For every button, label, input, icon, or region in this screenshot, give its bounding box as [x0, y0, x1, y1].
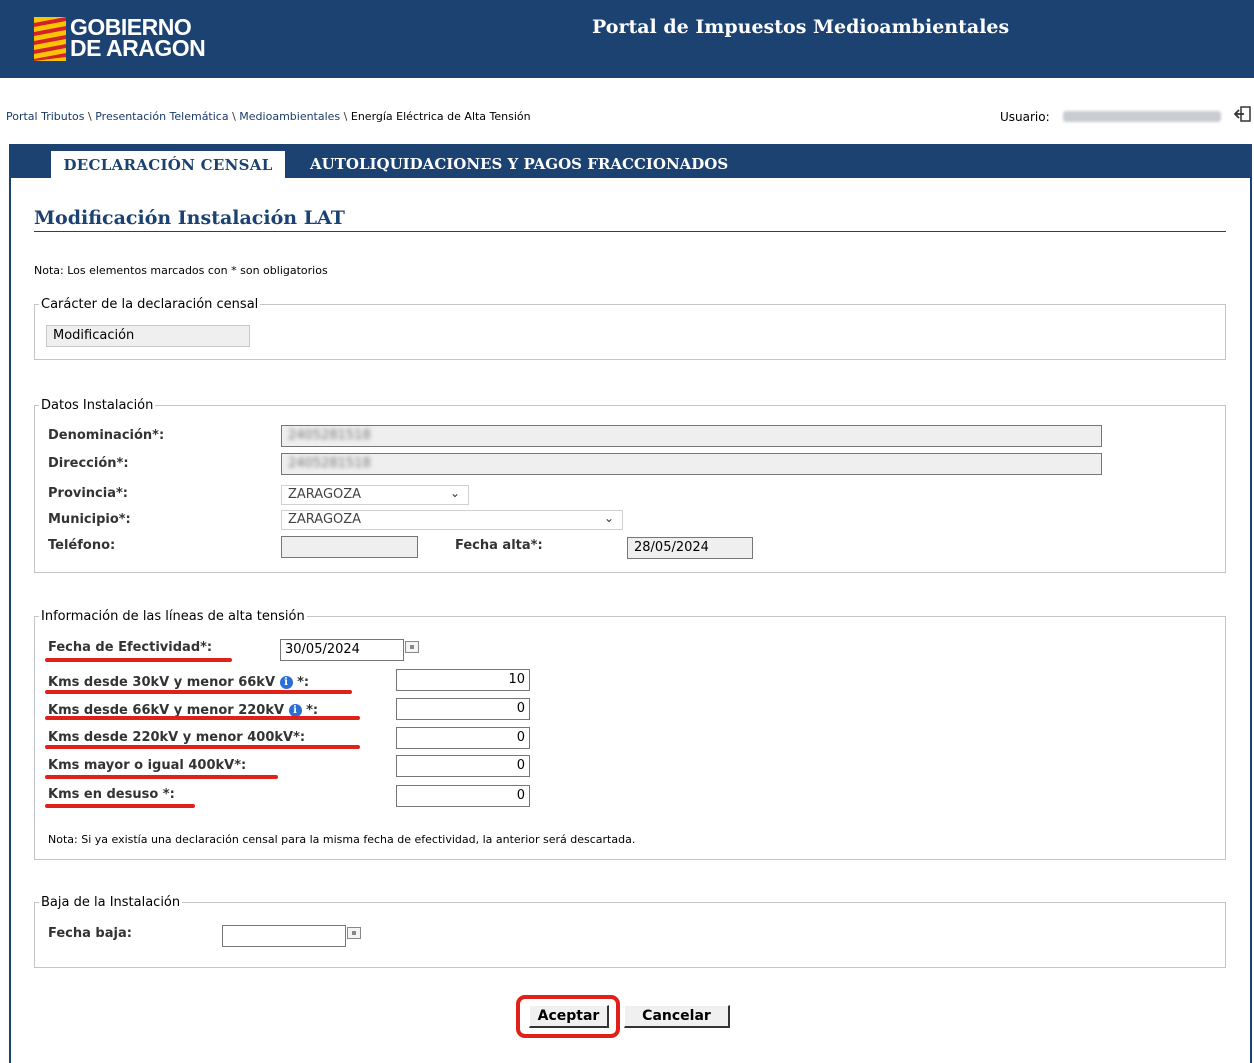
highlight-underline: [45, 804, 195, 808]
calendar-icon[interactable]: [347, 927, 361, 939]
km30-label: Kms desde 30kV y menor 66kV i *:: [48, 675, 310, 690]
municipio-label: Municipio*:: [48, 512, 131, 527]
km220-input[interactable]: 0: [396, 727, 530, 749]
calendar-icon[interactable]: [405, 641, 419, 653]
telefono-label: Teléfono:: [48, 538, 116, 553]
highlight-underline: [45, 690, 352, 694]
required-note: Nota: Los elementos marcados con * son o…: [34, 264, 328, 277]
title-divider: [34, 231, 1226, 232]
highlight-underline: [45, 745, 360, 749]
highlight-underline: [45, 716, 360, 720]
highlight-underline: [45, 658, 232, 662]
page-title: Modificación Instalación LAT: [34, 207, 345, 229]
desuso-label: Kms en desuso *:: [48, 787, 175, 802]
desuso-input[interactable]: 0: [396, 785, 530, 807]
accept-button[interactable]: Aceptar: [529, 1005, 609, 1028]
logout-icon[interactable]: [1234, 105, 1252, 123]
direccion-field: 2405281518: [281, 453, 1102, 475]
breadcrumb-separator: \: [228, 110, 240, 123]
baja-fieldset: Baja de la Instalación: [34, 895, 1226, 968]
municipio-select[interactable]: ZARAGOZA ⌄: [281, 510, 623, 530]
denominacion-label: Denominación*:: [48, 428, 165, 443]
chevron-down-icon: ⌄: [449, 486, 460, 500]
breadcrumb: Portal Tributos \ Presentación Telemátic…: [6, 110, 531, 123]
datos-legend: Datos Instalación: [41, 398, 154, 413]
fecha-alta-field: 28/05/2024: [627, 537, 753, 559]
tab-autoliquidaciones[interactable]: AUTOLIQUIDACIONES Y PAGOS FRACCIONADOS: [310, 151, 728, 177]
info-icon[interactable]: i: [279, 676, 293, 689]
breadcrumb-link-presentacion[interactable]: Presentación Telemática: [95, 110, 228, 123]
portal-title: Portal de Impuestos Medioambientales: [592, 16, 1010, 38]
km400-label: Kms mayor o igual 400kV*:: [48, 758, 247, 773]
provincia-select[interactable]: ZARAGOZA ⌄: [281, 485, 469, 505]
fecha-efectividad-label: Fecha de Efectividad*:: [48, 640, 213, 655]
km220-label: Kms desde 220kV y menor 400kV*:: [48, 730, 306, 745]
breadcrumb-separator: \: [340, 110, 351, 123]
fecha-baja-input[interactable]: [222, 925, 346, 947]
direccion-label: Dirección*:: [48, 456, 129, 471]
telefono-field: [281, 536, 418, 558]
provincia-label: Provincia*:: [48, 486, 128, 501]
caracter-legend: Carácter de la declaración censal: [41, 297, 259, 312]
user-label: Usuario:: [1000, 110, 1050, 124]
km66-input[interactable]: 0: [396, 698, 530, 720]
cancel-button[interactable]: Cancelar: [624, 1005, 730, 1028]
breadcrumb-current: Energía Eléctrica de Alta Tensión: [350, 110, 531, 123]
breadcrumb-separator: \: [84, 110, 96, 123]
efectividad-note: Nota: Si ya existía una declaración cens…: [48, 833, 636, 846]
fecha-baja-label: Fecha baja:: [48, 926, 132, 941]
fecha-alta-label: Fecha alta*:: [455, 538, 543, 553]
user-value-redacted: [1063, 111, 1221, 122]
lineas-legend: Información de las líneas de alta tensió…: [41, 609, 305, 624]
breadcrumb-link-portal-tributos[interactable]: Portal Tributos: [6, 110, 85, 123]
km30-input[interactable]: 10: [396, 669, 530, 691]
aragon-flag-logo: [34, 17, 66, 61]
chevron-down-icon: ⌄: [603, 511, 614, 525]
top-header: GOBIERNO DE ARAGON Portal de Impuestos M…: [0, 0, 1254, 78]
tab-declaracion-censal[interactable]: DECLARACIÓN CENSAL: [51, 151, 285, 179]
fecha-efectividad-input[interactable]: 30/05/2024: [280, 639, 404, 661]
denominacion-field: 2405281518: [281, 425, 1102, 447]
highlight-underline: [45, 775, 278, 779]
logo-text: GOBIERNO DE ARAGON: [70, 14, 206, 61]
baja-legend: Baja de la Instalación: [41, 895, 181, 910]
breadcrumb-link-medioambientales[interactable]: Medioambientales: [239, 110, 340, 123]
caracter-field: Modificación: [46, 325, 250, 347]
km400-input[interactable]: 0: [396, 755, 530, 777]
